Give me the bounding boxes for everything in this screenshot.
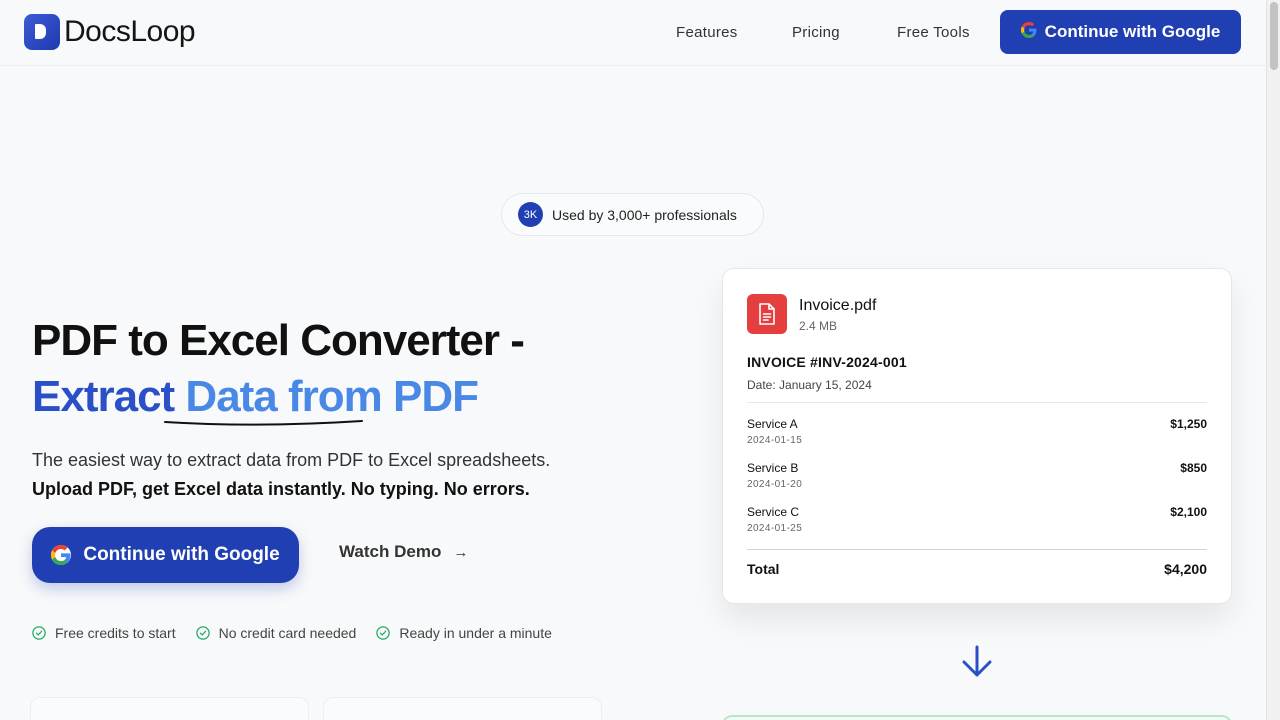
line-item-date: 2024-01-15	[747, 435, 803, 446]
hand-drawn-underline	[164, 420, 363, 426]
nav-link-free-tools[interactable]: Free Tools	[897, 24, 970, 41]
arrow-right-icon: →	[453, 543, 469, 561]
page-scrollbar[interactable]	[1266, 0, 1280, 720]
social-proof-badge: 3K Used by 3,000+ professionals	[501, 193, 764, 236]
file-name: Invoice.pdf	[799, 297, 877, 314]
hero-title-highlight-1: Extract	[32, 372, 175, 421]
top-navbar: DocsLoop Features Pricing Free Tools Con…	[0, 0, 1266, 66]
perks-list: Free credits to start No credit card nee…	[32, 625, 572, 641]
hero-google-signin-label: Continue with Google	[83, 544, 280, 565]
invoice-line-item: Service A 2024-01-15 $1,250	[747, 417, 1207, 457]
brand-name: DocsLoop	[64, 15, 196, 48]
line-item-service: Service A	[747, 417, 798, 431]
hero-lead-text: The easiest way to extract data from PDF…	[32, 450, 551, 470]
watch-demo-link[interactable]: Watch Demo →	[339, 542, 468, 562]
google-icon	[1020, 21, 1037, 43]
invoice-date: Date: January 15, 2024	[747, 378, 872, 392]
scrollbar-thumb[interactable]	[1270, 2, 1278, 70]
check-circle-icon	[32, 626, 46, 640]
perk-item: No credit card needed	[195, 625, 357, 641]
excel-output-card	[722, 715, 1232, 720]
invoice-total-label: Total	[747, 561, 780, 577]
line-item-amount: $850	[1180, 461, 1207, 475]
perk-item: Ready in under a minute	[376, 625, 552, 641]
social-proof-text: Used by 3,000+ professionals	[552, 206, 737, 223]
hero-title-line1: PDF to Excel Converter -	[32, 316, 525, 365]
line-item-amount: $1,250	[1170, 417, 1207, 431]
perk-label: Free credits to start	[55, 625, 176, 641]
hero-google-signin-button[interactable]: Continue with Google	[32, 527, 299, 583]
google-icon	[51, 545, 72, 565]
divider	[747, 549, 1207, 550]
line-item-date: 2024-01-25	[747, 523, 803, 534]
nav-link-pricing[interactable]: Pricing	[792, 24, 840, 41]
nav-google-signin-label: Continue with Google	[1044, 22, 1221, 41]
perk-label: No credit card needed	[218, 625, 357, 641]
line-item-service: Service C	[747, 505, 800, 519]
nav-link-features[interactable]: Features	[676, 24, 738, 41]
pdf-file-icon	[747, 294, 787, 334]
line-item-amount: $2,100	[1170, 505, 1207, 519]
logo-icon	[24, 14, 60, 50]
divider	[747, 402, 1207, 403]
invoice-line-item: Service C 2024-01-25 $2,100	[747, 505, 1207, 545]
invoice-title: INVOICE #INV-2024-001	[747, 354, 907, 370]
invoice-preview-card: Invoice.pdf 2.4 MB INVOICE #INV-2024-001…	[722, 268, 1232, 604]
line-item-service: Service B	[747, 461, 799, 475]
perk-label: Ready in under a minute	[399, 625, 552, 641]
file-size: 2.4 MB	[799, 319, 838, 333]
hero-lead-bold-text: Upload PDF, get Excel data instantly. No…	[32, 479, 530, 499]
invoice-total-amount: $4,200	[1164, 561, 1207, 577]
line-item-date: 2024-01-20	[747, 479, 803, 490]
brand-logo[interactable]: DocsLoop	[24, 14, 196, 50]
perk-item: Free credits to start	[32, 625, 176, 641]
watch-demo-label: Watch Demo	[339, 542, 442, 561]
invoice-line-item: Service B 2024-01-20 $850	[747, 461, 1207, 501]
nav-google-signin-button[interactable]: Continue with Google	[1000, 10, 1241, 54]
user-count-avatar: 3K	[518, 202, 543, 227]
hero-title-highlight-2: Data from PDF	[174, 372, 479, 421]
feature-card	[30, 697, 309, 720]
check-circle-icon	[376, 626, 391, 640]
check-circle-icon	[195, 626, 210, 640]
arrow-down-icon	[962, 645, 992, 677]
feature-card	[323, 697, 602, 720]
